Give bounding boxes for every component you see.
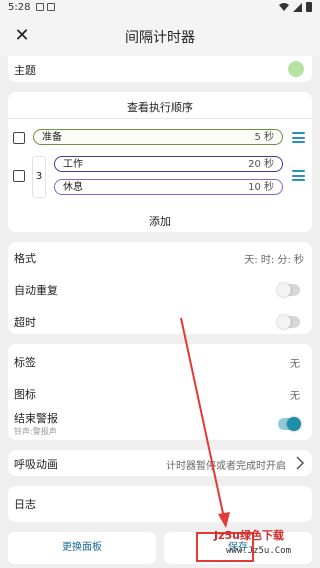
theme-color-swatch[interactable] xyxy=(288,61,304,77)
auto-repeat-toggle[interactable] xyxy=(277,283,300,297)
switch-panel-button[interactable]: 更换面板 xyxy=(8,532,156,564)
prepare-checkbox[interactable] xyxy=(13,132,25,144)
interval-duration: 5 秒 xyxy=(254,132,274,143)
end-alarm-label: 结束警报 xyxy=(14,412,58,425)
interval-duration: 20 秒 xyxy=(248,159,274,170)
icon-label: 图标 xyxy=(14,388,36,401)
interval-name: 工作 xyxy=(63,159,83,170)
sequence-card: 查看执行顺序 准备 5 秒 3 工作 20 秒 休息 10 秒 添加 xyxy=(8,92,312,232)
breath-value: 计时器暂停或者完成时开启 xyxy=(166,461,286,472)
interval-rest[interactable]: 休息 10 秒 xyxy=(54,179,283,195)
add-interval-button[interactable]: 添加 xyxy=(8,213,312,229)
log-label: 日志 xyxy=(14,498,36,511)
status-bar: 5:28 xyxy=(0,0,320,16)
battery-icon xyxy=(306,2,312,12)
divider xyxy=(8,118,312,119)
chevron-right-icon xyxy=(296,456,305,470)
interval-name: 休息 xyxy=(63,182,83,193)
signal-icon xyxy=(293,2,302,12)
timeout-label: 超时 xyxy=(14,316,36,329)
format-value[interactable]: 天: 时: 分: 秒 xyxy=(244,251,304,266)
tag-label: 标签 xyxy=(14,356,36,369)
timeout-toggle[interactable] xyxy=(277,315,300,329)
theme-label: 主题 xyxy=(14,64,36,77)
loop-checkbox[interactable] xyxy=(13,170,25,182)
status-time: 5:28 xyxy=(8,2,31,13)
tag-value[interactable]: 无 xyxy=(290,355,300,370)
page-title: 间隔计时器 xyxy=(125,30,195,46)
icon-value[interactable]: 无 xyxy=(290,387,300,402)
interval-prepare[interactable]: 准备 5 秒 xyxy=(33,129,283,145)
interval-duration: 10 秒 xyxy=(248,182,274,193)
notification-icon xyxy=(47,3,55,11)
theme-row[interactable]: 主题 xyxy=(8,56,312,82)
app-bar: ✕ 间隔计时器 xyxy=(0,16,320,56)
watermark-url: www.Jz5u.Com xyxy=(226,546,292,556)
breath-animation-row[interactable]: 呼吸动画 计时器暂停或者完成时开启 xyxy=(8,450,312,476)
auto-repeat-label: 自动重复 xyxy=(14,284,58,297)
drag-handle-icon[interactable] xyxy=(292,170,305,181)
interval-name: 准备 xyxy=(42,132,62,143)
view-order-button[interactable]: 查看执行顺序 xyxy=(8,99,312,115)
breath-label: 呼吸动画 xyxy=(14,458,58,471)
format-card: 格式 天: 时: 分: 秒 自动重复 超时 xyxy=(8,242,312,334)
tags-card: 标签 无 图标 无 结束警报 铃声:警报声 xyxy=(8,344,312,440)
log-row[interactable]: 日志 xyxy=(8,486,312,522)
format-label: 格式 xyxy=(14,252,36,265)
watermark-logo: Jz5u绿色下载 xyxy=(214,529,284,542)
notification-icon xyxy=(36,3,44,11)
end-alarm-sound: 铃声:警报声 xyxy=(14,427,57,436)
loop-count[interactable]: 3 xyxy=(32,156,46,198)
end-alarm-toggle[interactable] xyxy=(278,417,301,431)
interval-work[interactable]: 工作 20 秒 xyxy=(54,156,283,172)
drag-handle-icon[interactable] xyxy=(292,132,305,143)
wifi-icon xyxy=(279,3,289,11)
